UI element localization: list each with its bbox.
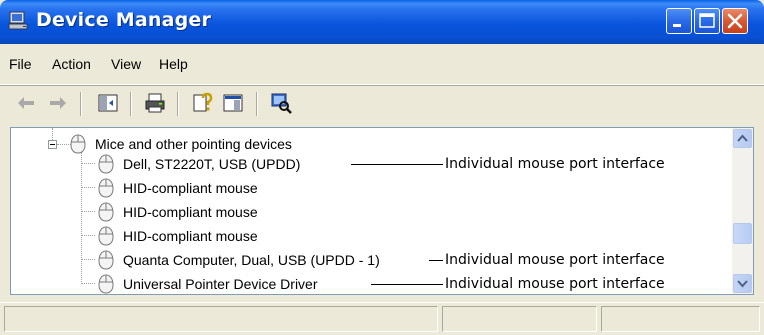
tree-connector (81, 211, 95, 213)
tree-device-row[interactable]: Universal Pointer Device Driver (97, 272, 497, 294)
close-button[interactable] (722, 8, 748, 34)
print-icon[interactable] (144, 92, 166, 114)
device-label: Dell, ST2220T, USB (UPDD) (123, 156, 301, 172)
status-bar (0, 302, 764, 335)
annotation-label: Individual mouse port interface (445, 252, 665, 268)
tree-connector (81, 187, 95, 189)
tree-connector (52, 128, 54, 140)
close-icon (727, 13, 743, 29)
properties-icon[interactable] (222, 92, 244, 114)
forward-arrow-icon[interactable] (47, 92, 69, 114)
device-label: HID-compliant mouse (123, 228, 258, 244)
menu-file[interactable]: File (9, 56, 32, 72)
minimize-icon (673, 24, 681, 27)
minimize-button[interactable] (666, 8, 692, 34)
menu-action[interactable]: Action (52, 56, 91, 72)
device-tree-panel: Mice and other pointing devices Dell, ST… (10, 127, 754, 295)
device-label: Universal Pointer Device Driver (123, 276, 318, 292)
title-bar[interactable]: Device Manager (0, 0, 764, 44)
tree-connector (81, 235, 95, 237)
mouse-icon (98, 250, 114, 270)
maximize-button[interactable] (694, 8, 720, 34)
mouse-icon (98, 274, 114, 294)
mouse-icon (98, 178, 114, 198)
scan-hardware-icon[interactable] (270, 92, 292, 114)
collapse-toggle[interactable] (48, 140, 57, 149)
tree-device-row[interactable]: HID-compliant mouse (97, 224, 497, 248)
menu-bar: File Action View Help (0, 44, 764, 85)
toolbar-separator (256, 92, 258, 116)
scroll-down-button[interactable] (733, 274, 752, 293)
toolbar-separator (130, 92, 132, 116)
scroll-thumb[interactable] (733, 223, 752, 244)
annotation-leader-line (429, 260, 443, 261)
show-hide-console-tree-icon[interactable] (97, 92, 119, 114)
menu-help[interactable]: Help (159, 56, 188, 72)
scroll-up-button[interactable] (733, 129, 752, 148)
mouse-icon (98, 202, 114, 222)
status-panel (4, 306, 438, 332)
tree-connector (81, 283, 95, 285)
computer-icon (8, 11, 28, 30)
vertical-scrollbar[interactable] (732, 128, 753, 294)
device-label: Quanta Computer, Dual, USB (UPDD - 1) (123, 252, 380, 268)
device-label: HID-compliant mouse (123, 204, 258, 220)
mouse-icon (98, 226, 114, 246)
tree-connector (81, 152, 83, 284)
help-icon[interactable] (192, 92, 214, 114)
scroll-up-icon (737, 134, 748, 142)
status-panel (442, 306, 597, 332)
scroll-down-icon (737, 280, 748, 288)
annotation-leader-line (351, 164, 443, 165)
toolbar (0, 85, 764, 122)
tree-device-row[interactable]: HID-compliant mouse (97, 200, 497, 224)
toolbar-separator (80, 92, 82, 116)
device-label: HID-compliant mouse (123, 180, 258, 196)
tree-connector (81, 259, 95, 261)
status-panel (601, 306, 760, 332)
tree-connector (81, 163, 95, 165)
mouse-icon (70, 134, 86, 154)
annotation-label: Individual mouse port interface (445, 156, 665, 172)
toolbar-separator (177, 92, 179, 116)
annotation-label: Individual mouse port interface (445, 276, 665, 292)
device-tree: Mice and other pointing devices Dell, ST… (11, 128, 733, 294)
annotation-leader-line (371, 284, 443, 285)
device-manager-window: Device Manager File Action View Help Mic… (0, 0, 764, 335)
tree-device-row[interactable]: HID-compliant mouse (97, 176, 497, 200)
back-arrow-icon[interactable] (15, 92, 37, 114)
window-title: Device Manager (36, 9, 212, 31)
mouse-icon (98, 154, 114, 174)
maximize-icon (699, 13, 715, 28)
menu-view[interactable]: View (111, 56, 141, 72)
